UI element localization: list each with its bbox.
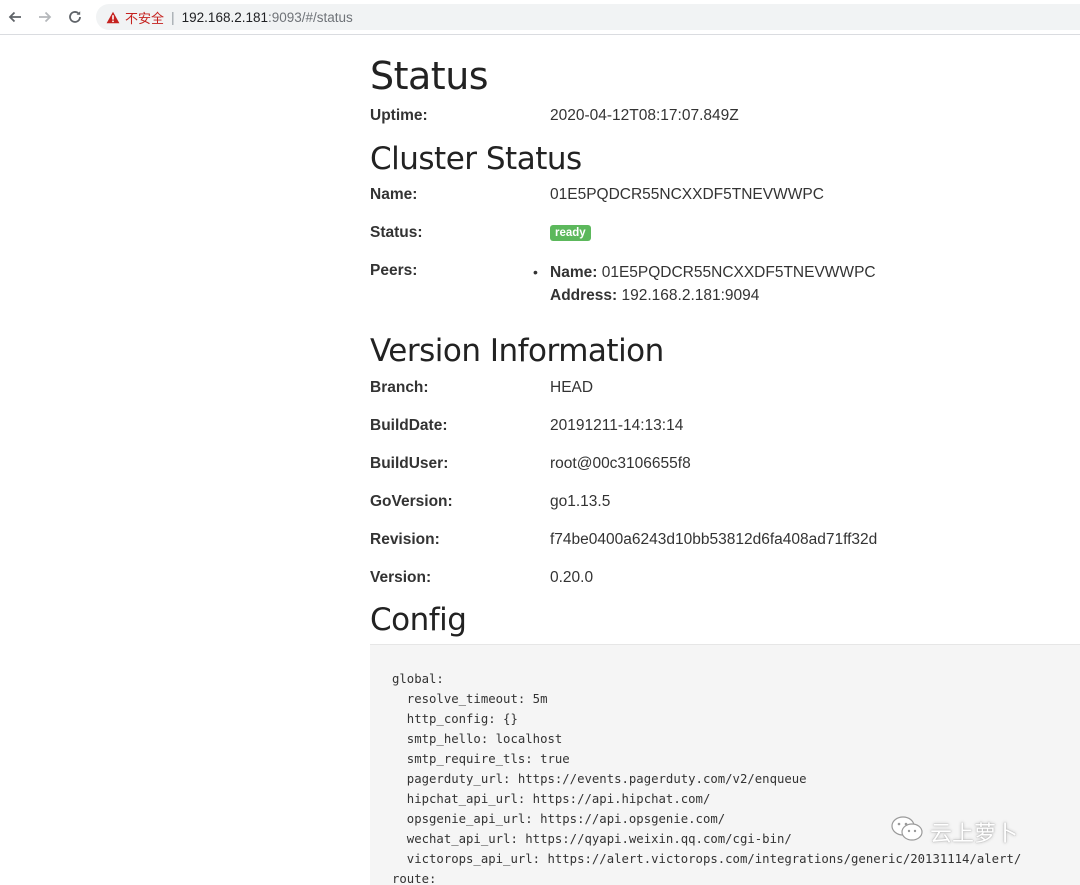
revision-value: f74be0400a6243d10bb53812d6fa408ad71ff32d [550, 531, 878, 548]
reload-icon [67, 9, 83, 25]
arrow-right-icon [37, 9, 53, 25]
revision-label: Revision: [370, 531, 440, 548]
peer-address-label: Address: [550, 287, 618, 304]
builddate-label: BuildDate: [370, 417, 448, 434]
version-label: Version: [370, 569, 432, 586]
branch-label: Branch: [370, 379, 429, 396]
browser-toolbar: 不安全 | 192.168.2.181:9093/#/status [0, 0, 1080, 35]
warning-icon[interactable] [106, 11, 120, 24]
insecure-label[interactable]: 不安全 [125, 8, 164, 27]
builduser-value: root@00c3106655f8 [550, 455, 691, 472]
back-button[interactable] [2, 4, 28, 30]
forward-button[interactable] [32, 4, 58, 30]
uptime-value: 2020-04-12T08:17:07.849Z [550, 107, 739, 124]
arrow-left-icon [7, 9, 23, 25]
cluster-status-heading: Cluster Status [370, 141, 582, 177]
cluster-status-label: Status: [370, 224, 423, 241]
url-separator: | [171, 9, 175, 25]
cluster-status-value: ready [550, 223, 591, 243]
branch-value: HEAD [550, 379, 594, 396]
wechat-icon [890, 815, 924, 849]
status-heading: Status [370, 54, 489, 98]
builduser-label: BuildUser: [370, 455, 449, 472]
peers-label: Peers: [370, 262, 418, 279]
peer-name-label: Name: [550, 264, 598, 281]
cluster-name-label: Name: [370, 186, 418, 203]
address-bar[interactable]: 不安全 | 192.168.2.181:9093/#/status [96, 4, 1080, 30]
config-heading: Config [370, 602, 467, 638]
watermark-text: 云上萝卜 [930, 821, 1019, 846]
config-text: global: resolve_timeout: 5m http_config:… [392, 672, 1022, 885]
peer-address-value: 192.168.2.181:9094 [621, 287, 760, 304]
watermark: 云上萝卜 [890, 815, 1018, 849]
version-value: 0.20.0 [550, 569, 594, 586]
url-path[interactable]: :9093/#/status [268, 10, 353, 25]
list-item: • Name: 01E5PQDCR55NCXXDF5TNEVWWPC Addre… [533, 261, 876, 307]
version-information-heading: Version Information [370, 333, 664, 369]
cluster-name-value: 01E5PQDCR55NCXXDF5TNEVWWPC [550, 186, 824, 203]
reload-button[interactable] [62, 4, 88, 30]
goversion-value: go1.13.5 [550, 493, 611, 510]
builddate-value: 20191211-14:13:14 [550, 417, 684, 434]
bullet: • [533, 264, 538, 280]
status-badge: ready [550, 225, 591, 241]
goversion-label: GoVersion: [370, 493, 453, 510]
peer-name-value: 01E5PQDCR55NCXXDF5TNEVWWPC [601, 264, 876, 281]
peers-list: • Name: 01E5PQDCR55NCXXDF5TNEVWWPC Addre… [533, 261, 876, 307]
uptime-label: Uptime: [370, 107, 428, 124]
url-host[interactable]: 192.168.2.181 [182, 10, 268, 25]
